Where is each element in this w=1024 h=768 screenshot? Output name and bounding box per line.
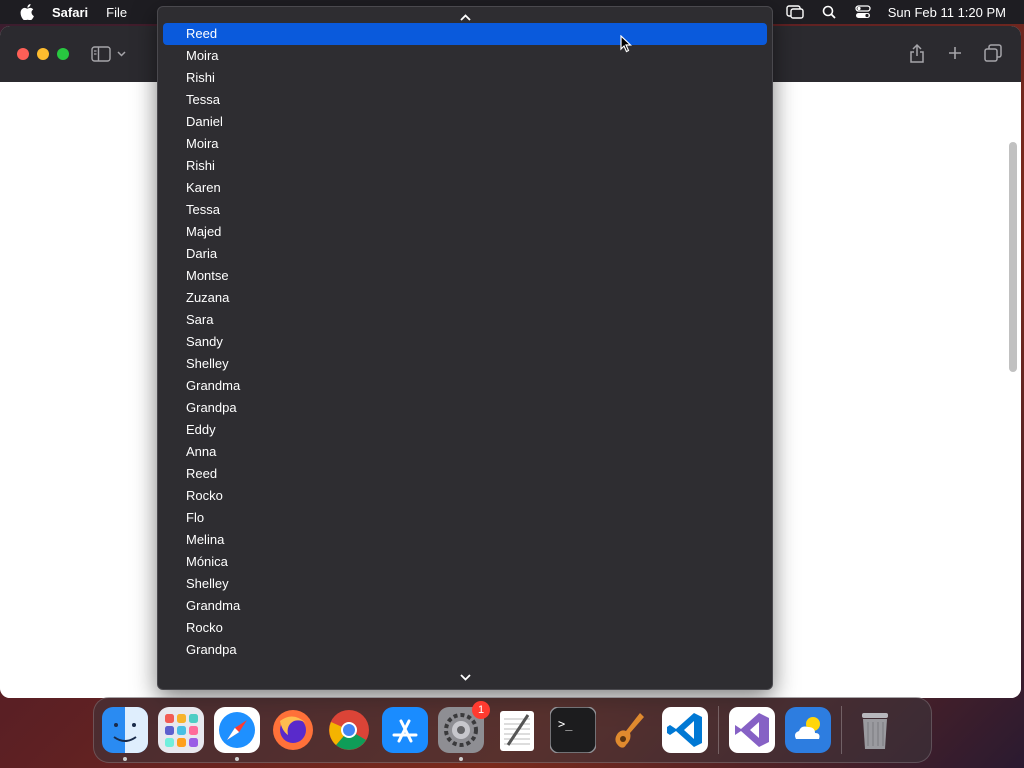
chevron-up-icon (459, 13, 471, 21)
share-icon[interactable] (907, 43, 927, 63)
dropdown-option[interactable]: Moira (163, 45, 767, 67)
dropdown-option[interactable]: Karen (163, 177, 767, 199)
dropdown-option[interactable]: Flo (163, 507, 767, 529)
mouse-cursor-icon (620, 34, 633, 58)
dropdown-option[interactable]: Daniel (163, 111, 767, 133)
dropdown-option[interactable]: Shelley (163, 353, 767, 375)
sidebar-toggle-button[interactable] (91, 46, 126, 62)
trash-icon[interactable] (852, 707, 898, 753)
sidebar-icon (91, 46, 111, 62)
dropdown-option[interactable]: Grandpa (163, 397, 767, 419)
zoom-window-button[interactable] (57, 48, 69, 60)
new-tab-icon[interactable] (945, 43, 965, 63)
safari-icon[interactable] (214, 707, 260, 761)
dropdown-option[interactable]: Grandma (163, 375, 767, 397)
finder-icon[interactable] (102, 707, 148, 761)
chrome-icon[interactable] (326, 707, 372, 753)
traffic-lights (17, 48, 69, 60)
dropdown-option[interactable]: Rocko (163, 485, 767, 507)
dropdown-option-partial[interactable] (163, 661, 767, 669)
dropdown-option[interactable]: Rishi (163, 67, 767, 89)
voice-select-dropdown: Reed Moira Rishi Tessa Daniel Moira Rishi Karen… (157, 6, 773, 690)
dropdown-option[interactable]: Rishi (163, 155, 767, 177)
dropdown-option[interactable]: Daria (163, 243, 767, 265)
dropdown-option[interactable]: Tessa (163, 89, 767, 111)
dropdown-option[interactable]: Zuzana (163, 287, 767, 309)
running-indicator (235, 757, 239, 761)
dropdown-option[interactable]: Rocko (163, 617, 767, 639)
screen-mirroring-icon[interactable] (786, 3, 804, 21)
minimize-window-button[interactable] (37, 48, 49, 60)
menu-clock[interactable]: Sun Feb 11 1:20 PM (888, 5, 1006, 20)
chevron-down-icon (117, 51, 126, 57)
firefox-icon[interactable] (270, 707, 316, 753)
vscode-icon[interactable] (662, 707, 708, 753)
options-list: Reed Moira Rishi Tessa Daniel Moira Rishi Karen… (158, 23, 772, 669)
system-settings-icon[interactable]: 1 (438, 701, 490, 761)
tab-overview-icon[interactable] (983, 43, 1003, 63)
textedit-icon[interactable] (494, 707, 540, 753)
dropdown-option[interactable]: Shelley (163, 573, 767, 595)
weather-icon[interactable] (785, 707, 831, 753)
dropdown-option[interactable]: Eddy (163, 419, 767, 441)
dropdown-option[interactable]: Grandpa (163, 639, 767, 661)
vertical-scrollbar[interactable] (1009, 142, 1017, 372)
app-store-icon[interactable] (382, 707, 428, 753)
apple-menu-icon[interactable] (18, 3, 36, 21)
dock: 1 >_ (93, 697, 932, 763)
dropdown-option[interactable]: Montse (163, 265, 767, 287)
dock-separator (841, 706, 842, 754)
dropdown-option[interactable]: Tessa (163, 199, 767, 221)
dropdown-option[interactable]: Reed (163, 463, 767, 485)
launchpad-icon[interactable] (158, 707, 204, 753)
running-indicator (123, 757, 127, 761)
dropdown-option[interactable]: Grandma (163, 595, 767, 617)
menu-file[interactable]: File (106, 5, 127, 20)
notification-badge: 1 (472, 701, 490, 719)
running-indicator (459, 757, 463, 761)
dropdown-option[interactable]: Reed (163, 23, 767, 45)
dropdown-option[interactable]: Mónica (163, 551, 767, 573)
scroll-up-arrow[interactable] (158, 10, 772, 24)
dropdown-option[interactable]: Moira (163, 133, 767, 155)
dropdown-option[interactable]: Majed (163, 221, 767, 243)
dropdown-option[interactable]: Sandy (163, 331, 767, 353)
close-window-button[interactable] (17, 48, 29, 60)
menu-app-name[interactable]: Safari (52, 5, 88, 20)
chevron-down-icon (459, 673, 471, 681)
terminal-icon[interactable]: >_ (550, 707, 596, 753)
visual-studio-icon[interactable] (729, 707, 775, 753)
svg-text:>_: >_ (558, 717, 573, 731)
control-center-icon[interactable] (854, 3, 872, 21)
scroll-down-arrow[interactable] (158, 670, 772, 684)
dropdown-option[interactable]: Anna (163, 441, 767, 463)
dropdown-option[interactable]: Melina (163, 529, 767, 551)
dock-separator (718, 706, 719, 754)
garageband-icon[interactable] (606, 707, 652, 753)
dropdown-option[interactable]: Sara (163, 309, 767, 331)
spotlight-search-icon[interactable] (820, 3, 838, 21)
